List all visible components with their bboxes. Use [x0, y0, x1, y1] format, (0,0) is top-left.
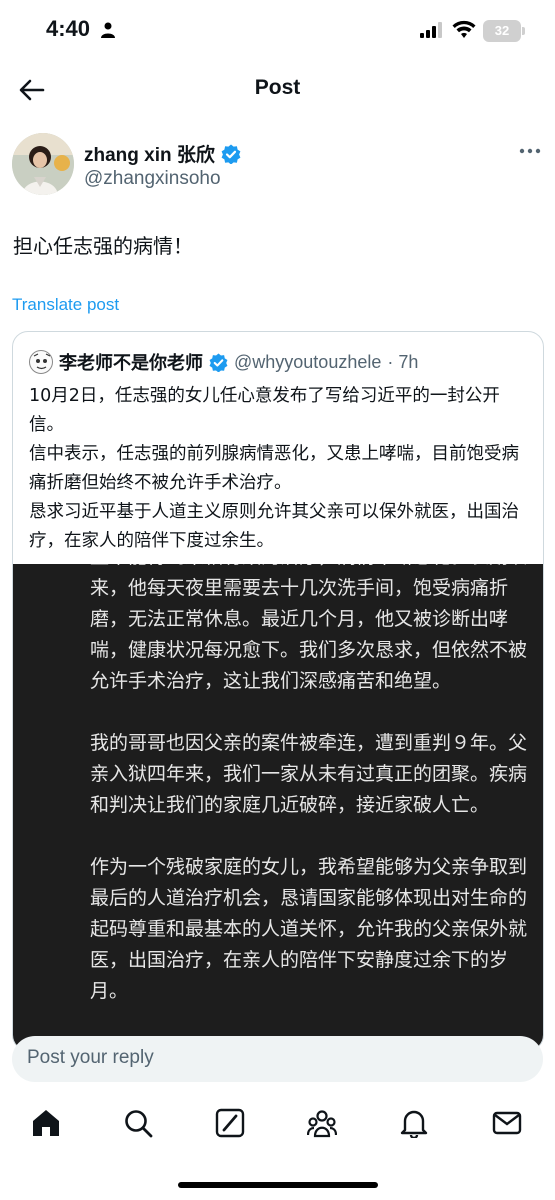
search-icon[interactable] — [123, 1108, 153, 1138]
post-text: 担心任志强的病情！ — [13, 234, 193, 258]
author-name[interactable]: zhang xin 张欣 — [84, 140, 215, 167]
battery-nub — [522, 27, 525, 35]
bottom-tab-bar — [0, 1100, 555, 1150]
home-indicator — [178, 1182, 378, 1188]
wifi-icon — [452, 20, 476, 38]
quoted-paragraph: 信中表示，任志强的前列腺病情恶化，又患上哮喘，目前饱受病痛折磨但始终不被允许手术… — [29, 444, 519, 493]
quoted-post-card[interactable]: 李老师不是你老师 @whyyoutouzhele · 7h 10月2日，任志强的… — [12, 331, 544, 1051]
author-handle[interactable]: @zhangxinsoho — [84, 168, 221, 190]
communities-icon[interactable] — [307, 1108, 337, 1138]
reply-input[interactable]: Post your reply — [12, 1036, 543, 1082]
image-paragraph: 直未能得到来相有效的治疗，病情不断恶化。长期以来，他每天夜里需要去十几次洗手间，… — [90, 564, 528, 692]
image-letter-text: 直未能得到来相有效的治疗，病情不断恶化。长期以来，他每天夜里需要去十几次洗手间，… — [90, 564, 535, 1038]
quoted-post-time: · 7h — [387, 351, 419, 372]
notifications-icon[interactable] — [399, 1108, 429, 1138]
quoted-post-text: 10月2日，任志强的女儿任心意发布了写给习近平的一封公开信。 信中表示，任志强的… — [29, 382, 534, 556]
image-paragraph: 我的哥哥也因父亲的案件被牵连，遭到重判９年。父亲入狱四年来，我们一家从未有过真正… — [90, 732, 528, 816]
home-icon[interactable] — [31, 1108, 61, 1138]
quoted-author-avatar — [29, 350, 53, 374]
translate-post-link[interactable]: Translate post — [12, 295, 119, 315]
top-bar: Post — [0, 62, 555, 118]
status-bar: 4:40 32 — [0, 0, 555, 62]
battery-indicator: 32 — [483, 20, 521, 42]
quoted-paragraph: 恳求习近平基于人道主义原则允许其父亲可以保外就医，出国治疗，在家人的陪伴下度过余… — [29, 502, 519, 551]
cellular-signal-icon — [420, 22, 442, 38]
author-name-row[interactable]: zhang xin 张欣 — [84, 140, 241, 167]
more-options-icon[interactable] — [519, 148, 541, 154]
avatar-image — [12, 133, 74, 195]
quoted-post-header: 李老师不是你老师 @whyyoutouzhele · 7h — [29, 348, 418, 376]
quoted-paragraph: 10月2日，任志强的女儿任心意发布了写给习近平的一封公开信。 — [29, 386, 500, 435]
status-time: 4:40 — [46, 16, 91, 41]
quoted-post-image[interactable]: 直未能得到来相有效的治疗，病情不断恶化。长期以来，他每天夜里需要去十几次洗手间，… — [13, 564, 543, 1050]
verified-badge-icon — [209, 352, 228, 372]
quoted-author-handle: @whyyoutouzhele — [234, 351, 382, 372]
image-paragraph: 作为一个残破家庭的女儿，我希望能够为父亲争取到最后的人道治疗机会，恳请国家能够体… — [90, 856, 528, 1002]
author-avatar[interactable] — [12, 133, 74, 195]
verified-badge-icon — [221, 144, 241, 164]
messages-icon[interactable] — [492, 1108, 522, 1138]
quoted-author-name: 李老师不是你老师 — [59, 353, 203, 374]
person-icon — [101, 22, 115, 38]
page-title: Post — [254, 76, 301, 99]
grok-icon[interactable] — [215, 1108, 245, 1138]
reply-placeholder: Post your reply — [27, 1047, 154, 1068]
